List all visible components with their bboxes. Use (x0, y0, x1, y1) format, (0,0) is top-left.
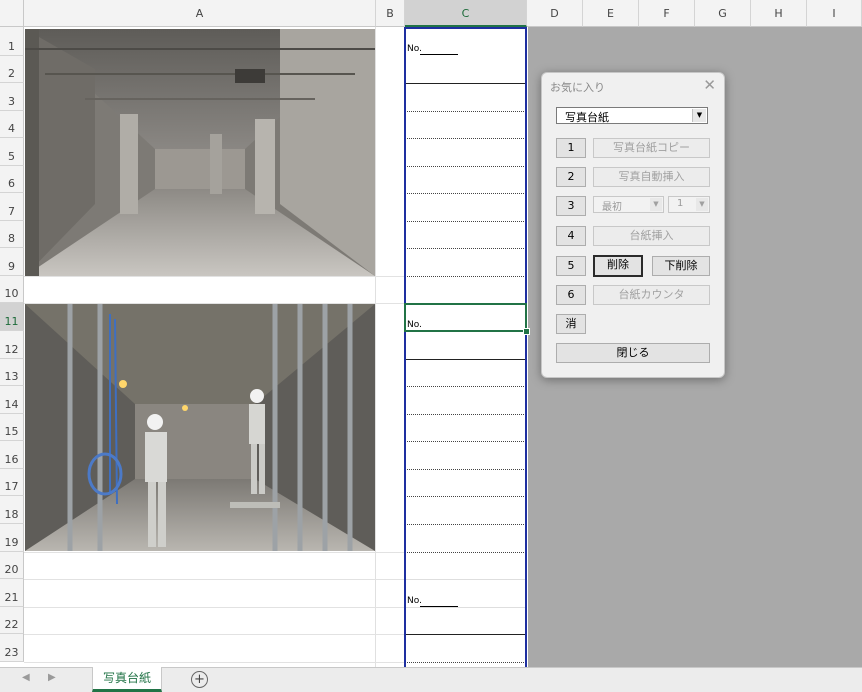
tab-scroll-right-icon[interactable]: ▶ (48, 672, 56, 683)
number-select[interactable]: 1 ▼ (668, 196, 710, 213)
button-4[interactable]: 4 (556, 226, 586, 246)
button-1[interactable]: 1 (556, 138, 586, 158)
first-select[interactable]: 最初 ▼ (593, 196, 664, 213)
button-2[interactable]: 2 (556, 167, 586, 187)
button-6[interactable]: 6 (556, 285, 586, 305)
row-header[interactable]: 13 (0, 359, 24, 386)
gridline (24, 634, 404, 635)
auto-insert-button[interactable]: 写真自動挿入 (593, 167, 710, 187)
column-header-h[interactable]: H (751, 0, 807, 27)
row-header[interactable]: 1 (0, 27, 24, 56)
row-header[interactable]: 3 (0, 83, 24, 111)
gridline (24, 607, 404, 608)
gridline (24, 662, 404, 663)
row-header[interactable]: 6 (0, 166, 24, 193)
column-header-a[interactable]: A (24, 0, 376, 27)
select-all-corner[interactable] (0, 0, 24, 27)
column-header-f[interactable]: F (639, 0, 695, 27)
tab-scroll-left-icon[interactable]: ◀ (22, 672, 30, 683)
button-3[interactable]: 3 (556, 196, 586, 216)
row-header[interactable]: 14 (0, 386, 24, 414)
gridline (24, 552, 404, 553)
row-header[interactable]: 11 (0, 303, 24, 331)
insert-sheet-button[interactable]: 台紙挿入 (593, 226, 710, 246)
gridline (24, 276, 404, 277)
template-select-value: 写真台紙 (565, 111, 609, 124)
row-header[interactable]: 21 (0, 579, 24, 607)
row-header[interactable]: 22 (0, 607, 24, 634)
row-header[interactable]: 23 (0, 634, 24, 662)
column-header-i[interactable]: I (807, 0, 862, 27)
delete-below-button[interactable]: 下削除 (652, 256, 710, 276)
active-cell-c11[interactable] (404, 303, 527, 332)
row-header[interactable]: 15 (0, 414, 24, 441)
clear-button[interactable]: 消 (556, 314, 586, 334)
dialog-title: お気に入り (550, 81, 605, 94)
row-header[interactable]: 4 (0, 111, 24, 138)
sheet-tab-bar: ◀ ▶ 写真台紙 + (0, 667, 862, 692)
row-header[interactable]: 9 (0, 248, 24, 276)
column-header-b[interactable]: B (376, 0, 405, 27)
chevron-down-icon[interactable]: ▼ (650, 198, 662, 211)
sheet-counter-button[interactable]: 台紙カウンタ (593, 285, 710, 305)
column-header-d[interactable]: D (527, 0, 583, 27)
close-dialog-button[interactable]: 閉じる (556, 343, 710, 363)
photo-construction-workers[interactable] (25, 304, 375, 551)
row-header[interactable]: 2 (0, 56, 24, 83)
number-select-value: 1 (677, 198, 684, 209)
column-divider (375, 27, 376, 667)
row-header[interactable]: 16 (0, 441, 24, 469)
delete-button[interactable]: 削除 (593, 255, 643, 277)
copy-sheet-button[interactable]: 写真台紙コピー (593, 138, 710, 158)
column-header-e[interactable]: E (583, 0, 639, 27)
close-icon[interactable]: ✕ (703, 76, 716, 94)
button-5[interactable]: 5 (556, 256, 586, 276)
chevron-down-icon[interactable]: ▼ (692, 109, 706, 122)
column-header-g[interactable]: G (695, 0, 751, 27)
row-header[interactable]: 20 (0, 552, 24, 579)
favorites-dialog: お気に入り ✕ 写真台紙 ▼ 1 写真台紙コピー 2 写真自動挿入 3 最初 ▼… (541, 72, 725, 378)
row-header[interactable]: 10 (0, 276, 24, 303)
row-header[interactable]: 19 (0, 524, 24, 552)
chevron-down-icon[interactable]: ▼ (696, 198, 708, 211)
column-header-c[interactable]: C (405, 0, 527, 27)
gridline (24, 579, 404, 580)
row-header[interactable]: 8 (0, 221, 24, 248)
add-sheet-icon[interactable]: + (191, 671, 208, 688)
row-header[interactable]: 5 (0, 138, 24, 166)
sheet-tab-photo-board[interactable]: 写真台紙 (92, 667, 162, 692)
fill-handle[interactable] (523, 328, 530, 335)
row-header[interactable]: 17 (0, 469, 24, 496)
row-header[interactable]: 7 (0, 193, 24, 221)
photo-construction-interior[interactable] (25, 29, 375, 276)
first-select-value: 最初 (602, 202, 622, 213)
row-header[interactable]: 12 (0, 331, 24, 359)
print-area-border (404, 27, 527, 667)
row-header[interactable]: 18 (0, 496, 24, 524)
template-select[interactable]: 写真台紙 ▼ (556, 107, 708, 124)
